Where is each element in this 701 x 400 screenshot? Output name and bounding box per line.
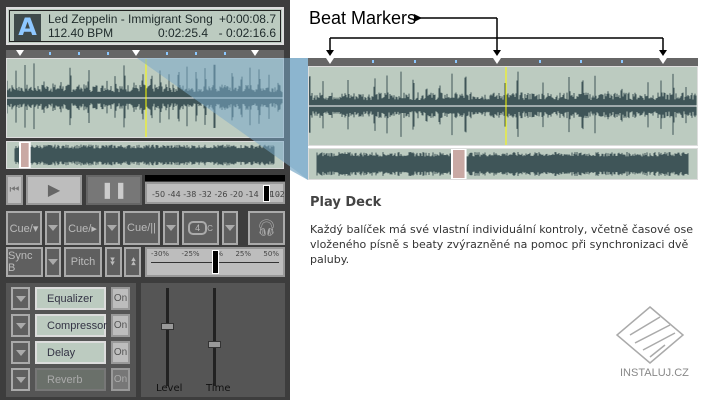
watermark-logo [615,306,685,364]
overview-position [451,149,467,179]
beat-marker [659,58,667,64]
beat-tick [580,60,582,63]
beat-marker [493,58,501,64]
beat-tick [621,60,623,63]
beat-markers-callout: Beat Markers [309,8,417,28]
watermark-text: INSTALUJ.CZ [620,367,689,379]
overview-path [316,152,689,176]
zoomed-overview [308,148,698,180]
waveform-path [309,71,697,137]
zoomed-waveform [308,66,698,146]
beat-marker [326,58,334,64]
beat-tick [455,60,457,63]
description-title: Play Deck [310,195,382,210]
zoomed-marker-strip [308,58,698,66]
beat-tick [414,60,416,63]
beat-tick [539,60,541,63]
description-body: Každý balíček má své vlastní individuáln… [310,223,693,266]
beat-tick [372,60,374,63]
